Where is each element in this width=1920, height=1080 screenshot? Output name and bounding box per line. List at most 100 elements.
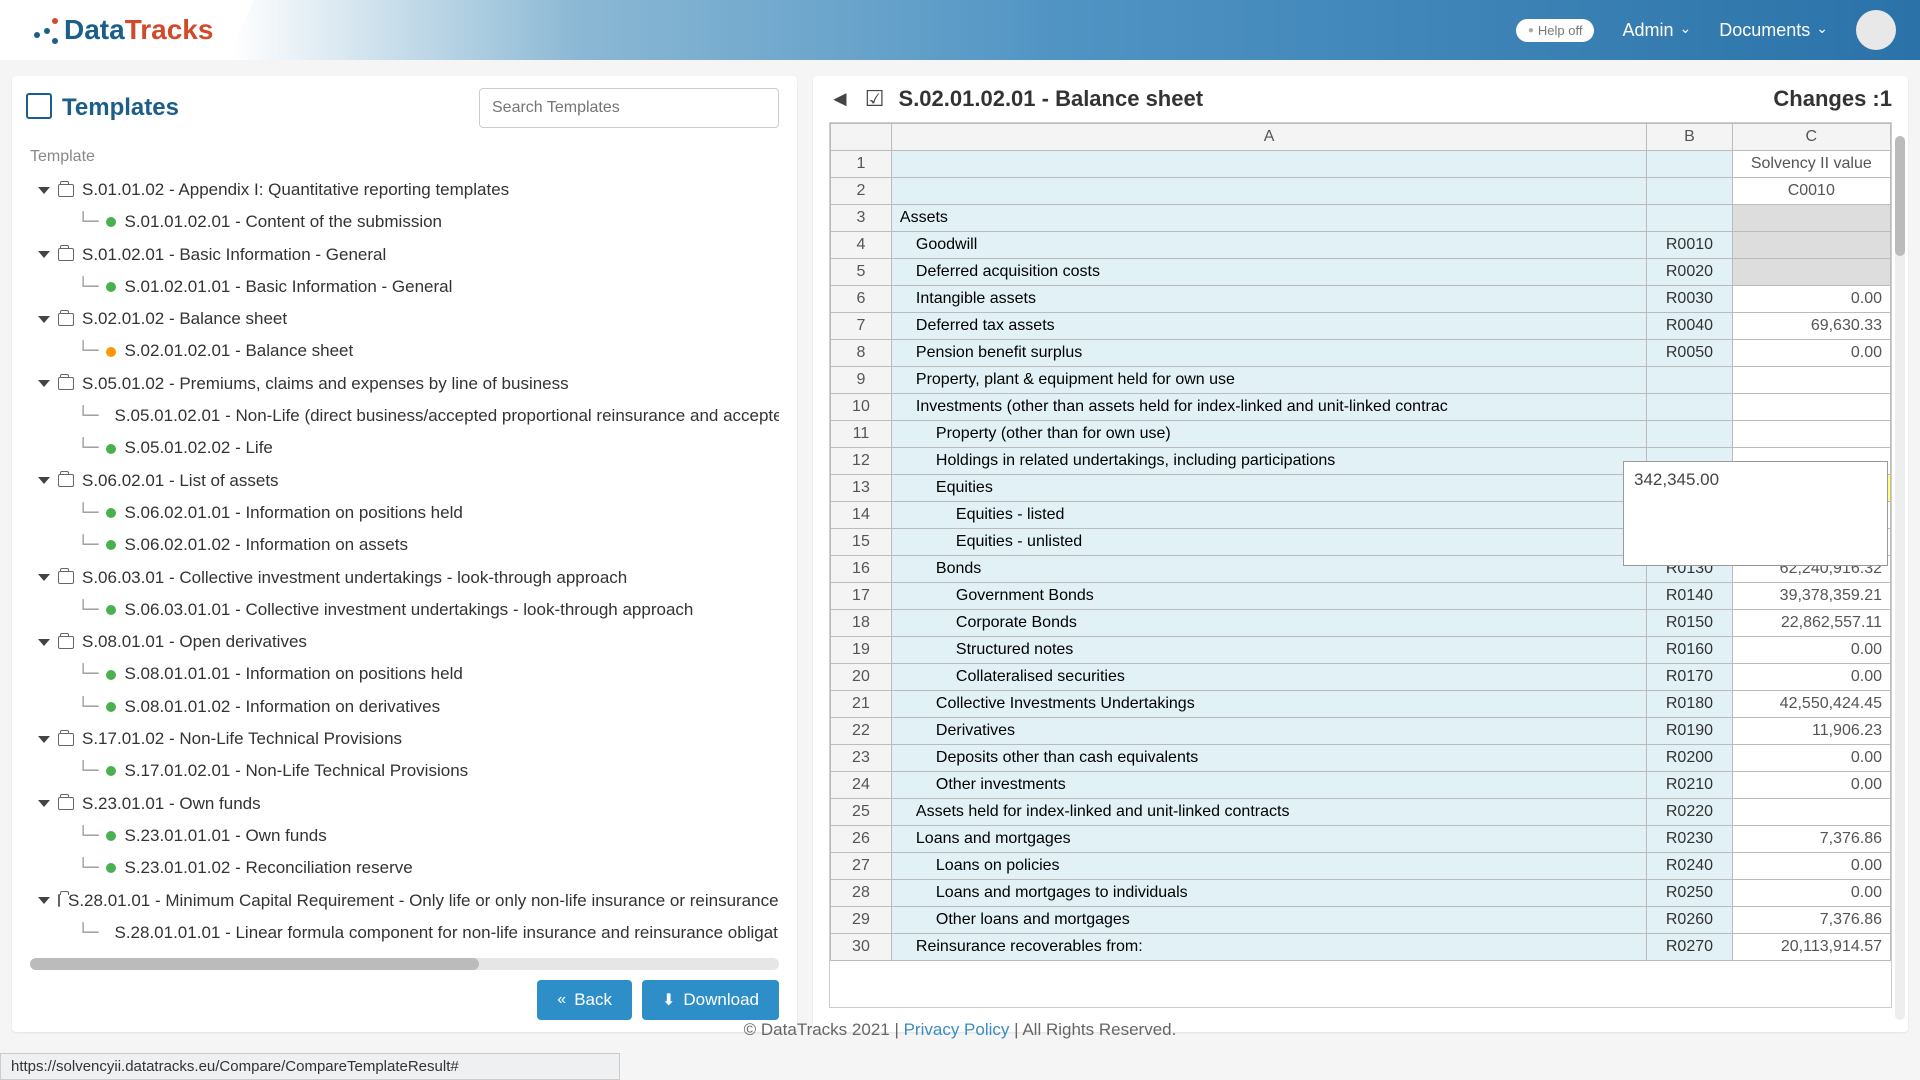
cell-a[interactable]: Assets held for index-linked and unit-li… [891, 799, 1646, 826]
cell-b[interactable] [1647, 394, 1732, 421]
row-number[interactable]: 12 [831, 448, 892, 475]
cell-b[interactable]: R0250 [1647, 880, 1732, 907]
row-number[interactable]: 2 [831, 178, 892, 205]
cell-b[interactable]: R0200 [1647, 745, 1732, 772]
cell-a[interactable]: Structured notes [891, 637, 1646, 664]
caret-icon[interactable] [38, 477, 50, 484]
cell-c[interactable]: 20,113,914.57 [1732, 934, 1890, 961]
cell-c[interactable] [1732, 799, 1890, 826]
tree-item[interactable]: └─S.05.01.02.02 - Life [30, 432, 779, 464]
search-input[interactable] [479, 88, 779, 128]
caret-icon[interactable] [38, 251, 50, 258]
tree-item[interactable]: └─S.08.01.01.02 - Information on derivat… [30, 691, 779, 723]
cell-b[interactable]: R0040 [1647, 313, 1732, 340]
cell-b[interactable]: R0050 [1647, 340, 1732, 367]
documents-menu[interactable]: Documents [1719, 20, 1828, 41]
avatar[interactable] [1856, 10, 1896, 50]
cell-b[interactable] [1647, 421, 1732, 448]
row-number[interactable]: 11 [831, 421, 892, 448]
cell-a[interactable]: Holdings in related undertakings, includ… [891, 448, 1646, 475]
tree-item[interactable]: S.08.01.01 - Open derivatives [30, 626, 779, 658]
tree-item[interactable]: S.01.02.01 - Basic Information - General [30, 239, 779, 271]
cell-b[interactable]: R0140 [1647, 583, 1732, 610]
tree-item[interactable]: S.02.01.02 - Balance sheet [30, 303, 779, 335]
cell-a[interactable]: Deferred acquisition costs [891, 259, 1646, 286]
tree-item[interactable]: └─S.08.01.01.01 - Information on positio… [30, 658, 779, 690]
cell-c[interactable]: 39,378,359.21 [1732, 583, 1890, 610]
cell-a[interactable]: Assets [891, 205, 1646, 232]
row-number[interactable]: 19 [831, 637, 892, 664]
caret-icon[interactable] [38, 187, 50, 194]
cell-c[interactable]: 42,550,424.45 [1732, 691, 1890, 718]
row-number[interactable]: 5 [831, 259, 892, 286]
cell-a[interactable]: Loans on policies [891, 853, 1646, 880]
row-number[interactable]: 22 [831, 718, 892, 745]
tree-item[interactable]: S.06.03.01 - Collective investment under… [30, 562, 779, 594]
cell-a[interactable]: Equities - unlisted [891, 529, 1646, 556]
tree-item[interactable]: └─S.06.02.01.01 - Information on positio… [30, 497, 779, 529]
cell-b[interactable]: R0210 [1647, 772, 1732, 799]
row-number[interactable]: 17 [831, 583, 892, 610]
tree-horizontal-scrollbar[interactable] [30, 958, 779, 970]
cell-c[interactable]: 0.00 [1732, 637, 1890, 664]
cell-c[interactable]: 69,630.33 [1732, 313, 1890, 340]
tree-item[interactable]: └─S.06.03.01.01 - Collective investment … [30, 594, 779, 626]
row-number[interactable]: 18 [831, 610, 892, 637]
cell-c[interactable] [1732, 421, 1890, 448]
caret-icon[interactable] [38, 736, 50, 743]
cell-b[interactable]: R0160 [1647, 637, 1732, 664]
row-number[interactable]: 6 [831, 286, 892, 313]
row-number[interactable]: 9 [831, 367, 892, 394]
template-tree[interactable]: S.01.01.02 - Appendix I: Quantitative re… [30, 174, 779, 950]
cell-c[interactable] [1732, 205, 1890, 232]
cell-a[interactable]: Corporate Bonds [891, 610, 1646, 637]
cell-b[interactable]: R0190 [1647, 718, 1732, 745]
cell-c[interactable] [1732, 394, 1890, 421]
privacy-link[interactable]: Privacy Policy [904, 1020, 1010, 1039]
row-number[interactable]: 23 [831, 745, 892, 772]
cell-a[interactable]: Equities - listed [891, 502, 1646, 529]
cell-a[interactable]: Loans and mortgages [891, 826, 1646, 853]
tree-item[interactable]: └─S.28.01.01.01 - Linear formula compone… [30, 917, 779, 949]
cell-c[interactable] [1732, 367, 1890, 394]
tree-item[interactable]: └─S.05.01.02.01 - Non-Life (direct busin… [30, 400, 779, 432]
row-number[interactable]: 26 [831, 826, 892, 853]
row-number[interactable]: 7 [831, 313, 892, 340]
cell-b[interactable] [1647, 205, 1732, 232]
cell-b[interactable] [1647, 367, 1732, 394]
cell-a[interactable]: Pension benefit surplus [891, 340, 1646, 367]
cell-a[interactable]: Equities [891, 475, 1646, 502]
tree-item[interactable]: S.28.01.01 - Minimum Capital Requirement… [30, 885, 779, 917]
cell-a[interactable]: Loans and mortgages to individuals [891, 880, 1646, 907]
cell-a[interactable]: Collateralised securities [891, 664, 1646, 691]
cell-a[interactable]: Property, plant & equipment held for own… [891, 367, 1646, 394]
row-number[interactable]: 15 [831, 529, 892, 556]
cell-a[interactable]: Government Bonds [891, 583, 1646, 610]
tree-item[interactable]: └─S.01.01.02.01 - Content of the submiss… [30, 206, 779, 238]
row-number[interactable]: 10 [831, 394, 892, 421]
check-icon[interactable]: ☑ [865, 86, 885, 112]
cell-a[interactable]: Goodwill [891, 232, 1646, 259]
cell-a[interactable]: Bonds [891, 556, 1646, 583]
cell-c[interactable]: 7,376.86 [1732, 907, 1890, 934]
admin-menu[interactable]: Admin [1622, 20, 1691, 41]
caret-icon[interactable] [38, 574, 50, 581]
col-header-a[interactable]: A [891, 124, 1646, 151]
vertical-scrollbar[interactable] [1895, 136, 1905, 1020]
cell-c[interactable]: Solvency II value [1732, 151, 1890, 178]
tree-item[interactable]: S.05.01.02 - Premiums, claims and expens… [30, 368, 779, 400]
tree-item[interactable]: └─S.06.02.01.02 - Information on assets [30, 529, 779, 561]
cell-b[interactable]: R0270 [1647, 934, 1732, 961]
back-arrow-icon[interactable]: ◄ [829, 86, 851, 112]
col-header-c[interactable]: C [1732, 124, 1890, 151]
row-number[interactable]: 27 [831, 853, 892, 880]
tree-item[interactable]: S.06.02.01 - List of assets [30, 465, 779, 497]
logo[interactable]: DataTracks [24, 0, 254, 60]
row-number[interactable]: 8 [831, 340, 892, 367]
cell-a[interactable]: Property (other than for own use) [891, 421, 1646, 448]
cell-b[interactable]: R0010 [1647, 232, 1732, 259]
help-toggle[interactable]: Help off [1516, 19, 1595, 42]
tree-item[interactable]: S.23.01.01 - Own funds [30, 788, 779, 820]
cell-c[interactable] [1732, 259, 1890, 286]
cell-c[interactable]: 0.00 [1732, 664, 1890, 691]
